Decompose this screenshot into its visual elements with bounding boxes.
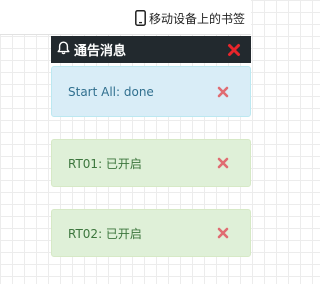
close-icon[interactable] [227,42,241,56]
close-icon[interactable] [217,227,229,239]
mobile-bookmarks-label: 移动设备上的书签 [148,11,245,26]
notification-panel: 通告消息 Start All: done RT01: 已开启 RT02: 已开启 [51,36,251,284]
alert-message: RT01: 已开启 [68,156,142,171]
alert-message: RT02: 已开启 [68,226,142,241]
close-icon[interactable] [217,157,229,169]
alert-rt02: RT02: 已开启 [51,209,251,257]
notification-panel-header: 通告消息 [51,36,251,63]
mobile-phone-icon [135,10,146,26]
close-icon[interactable] [217,86,229,98]
browser-bookmark-bar: 移动设备上的书签 [0,0,251,35]
mobile-bookmarks-button[interactable]: 移动设备上的书签 [135,8,245,28]
bell-icon [57,40,70,59]
alert-rt01: RT01: 已开启 [51,139,251,187]
alert-start-all: Start All: done [51,66,251,117]
notification-panel-title: 通告消息 [74,44,127,59]
alert-message: Start All: done [68,84,154,99]
